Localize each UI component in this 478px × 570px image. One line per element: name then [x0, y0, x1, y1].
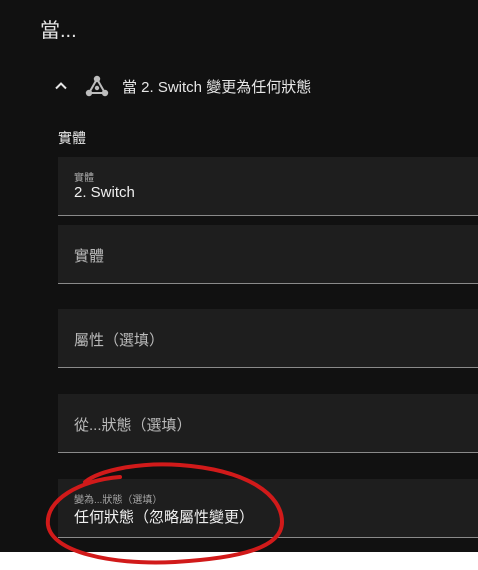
from-state-field-placeholder: 從...狀態（選填） [74, 417, 192, 434]
entity-input-placeholder: 實體 [74, 248, 105, 265]
to-state-field-label: 變為...狀態（選填） [74, 495, 163, 506]
from-state-field[interactable]: 從...狀態（選填） [58, 394, 478, 453]
state-trigger-icon [84, 73, 110, 99]
chevron-up-icon[interactable] [54, 79, 68, 93]
attribute-field[interactable]: 屬性（選填） [58, 309, 478, 368]
trigger-header[interactable]: 當 2. Switch 變更為任何狀態 [54, 70, 311, 102]
entity-input[interactable]: 實體 [58, 225, 478, 284]
to-state-field-value: 任何狀態（忽略屬性變更） [74, 509, 255, 526]
entity-field-value: 2. Switch [74, 184, 135, 201]
section-title: 當... [40, 20, 77, 42]
trigger-title: 當 2. Switch 變更為任何狀態 [122, 78, 312, 96]
automation-panel: 當... 當 2. Switch 變更為任何狀態 實體 實體 2. Switch… [0, 0, 478, 552]
entity-group-label: 實體 [58, 130, 86, 146]
entity-field[interactable]: 實體 2. Switch [58, 157, 478, 216]
to-state-field[interactable]: 變為...狀態（選填） 任何狀態（忽略屬性變更） [58, 479, 478, 538]
attribute-field-placeholder: 屬性（選填） [74, 332, 165, 349]
entity-field-label: 實體 [74, 173, 94, 184]
